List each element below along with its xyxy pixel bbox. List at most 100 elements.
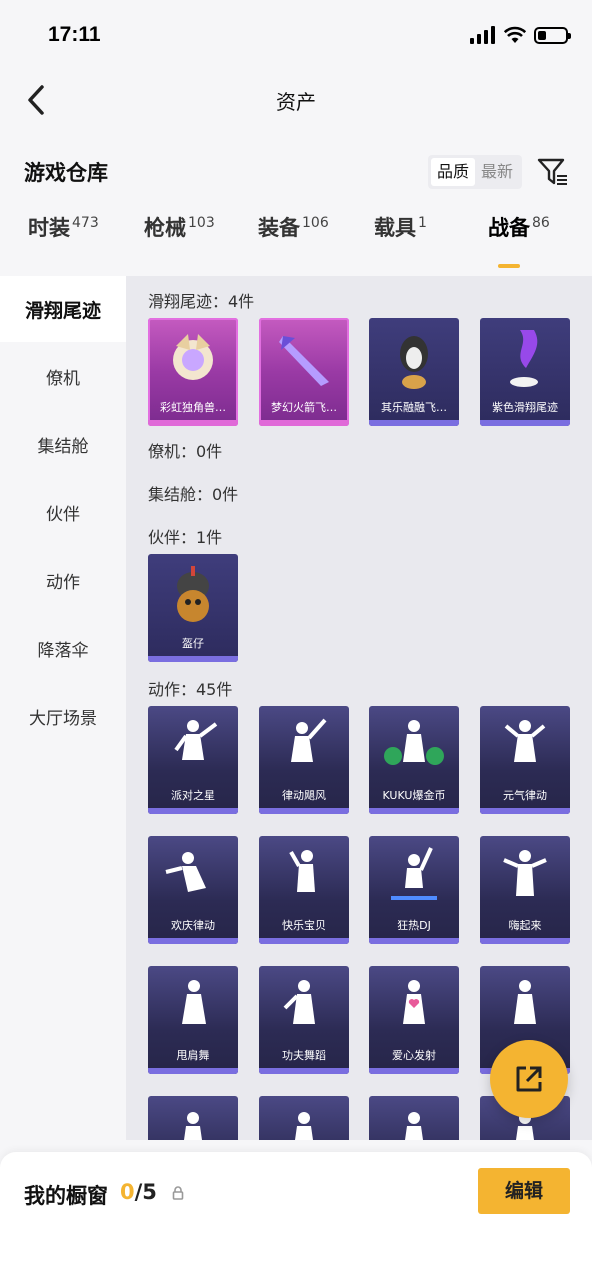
- sidebar-item-glide-trail[interactable]: 滑翔尾迹: [0, 276, 126, 342]
- status-icons: [470, 26, 571, 44]
- item-name: 嗨起来: [508, 919, 542, 932]
- category-tabs: 时装 473 枪械 103 装备 106 载具 1 战备 86: [0, 212, 592, 274]
- item-card[interactable]: 元气律动: [480, 706, 570, 814]
- lock-icon: [172, 1186, 184, 1200]
- item-card[interactable]: KUKU爆金币: [369, 706, 459, 814]
- item-card[interactable]: 派对之星: [148, 706, 238, 814]
- item-card[interactable]: 律动飓风: [259, 706, 349, 814]
- share-icon: [516, 1066, 542, 1092]
- money-bag-dancer-icon: [384, 720, 444, 765]
- page-title: 资产: [276, 89, 316, 114]
- status-time: 17:11: [48, 23, 101, 46]
- tab-guns[interactable]: 枪械 103: [144, 212, 258, 274]
- item-name: 元气律动: [503, 789, 547, 802]
- edit-button[interactable]: 编辑: [478, 1168, 570, 1214]
- item-name: 律动飓风: [282, 789, 326, 802]
- rarity-strip: [369, 808, 459, 814]
- warehouse-header: 游戏仓库 品质 最新: [0, 148, 592, 196]
- item-card[interactable]: 甩肩舞: [148, 966, 238, 1074]
- tab-label: 装备: [258, 216, 300, 240]
- sort-newest-button[interactable]: 最新: [475, 158, 519, 186]
- item-name: 欢庆律动: [171, 919, 215, 932]
- helmet-buddy-icon: [177, 566, 209, 622]
- rarity-strip: [259, 938, 349, 944]
- dancer-icon: [503, 850, 547, 896]
- item-name: 派对之星: [171, 789, 215, 802]
- rarity-strip: [369, 1068, 459, 1074]
- item-card[interactable]: 功夫舞蹈: [259, 966, 349, 1074]
- sidebar-item-parachute[interactable]: 降落伞: [0, 614, 126, 682]
- sidebar-item-lobby-scene[interactable]: 大厅场景: [0, 682, 126, 750]
- section-title-wingman: 僚机：0件: [148, 442, 223, 461]
- dancer-icon: [504, 720, 546, 762]
- tab-equipment[interactable]: 装备 106: [258, 212, 374, 274]
- item-name: 盔仔: [182, 637, 204, 650]
- tab-combat-prep[interactable]: 战备 86: [488, 212, 580, 274]
- item-card[interactable]: 爱心发射: [369, 966, 459, 1074]
- showcase-current: 0: [120, 1180, 135, 1204]
- item-card[interactable]: 快乐宝贝: [259, 836, 349, 944]
- item-name: 狂热DJ: [397, 919, 431, 932]
- tab-label: 时装: [28, 216, 70, 240]
- sidebar-item-partner[interactable]: 伙伴: [0, 478, 126, 546]
- share-button[interactable]: [490, 1040, 568, 1118]
- item-card[interactable]: 彩虹独角兽…: [148, 318, 238, 426]
- rarity-strip: [148, 1068, 238, 1074]
- rarity-strip: [148, 808, 238, 814]
- warehouse-title: 游戏仓库: [24, 161, 108, 185]
- sidebar-item-wingman[interactable]: 僚机: [0, 342, 126, 410]
- tab-count: 103: [188, 215, 215, 231]
- nav-bar: 资产: [0, 70, 592, 130]
- item-name: 紫色滑翔尾迹: [492, 401, 558, 414]
- item-card[interactable]: [369, 1096, 459, 1140]
- section-title-partner: 伙伴：1件: [148, 528, 223, 547]
- item-name: KUKU爆金币: [382, 789, 446, 802]
- item-card[interactable]: [259, 1096, 349, 1140]
- dancer-icon: [514, 980, 536, 1024]
- rarity-strip: [259, 1068, 349, 1074]
- section-title-emote: 动作：45件: [148, 680, 233, 699]
- dancer-icon: [174, 720, 218, 760]
- showcase-total: /5: [134, 1180, 157, 1204]
- sidebar-item-capsule[interactable]: 集结舱: [0, 410, 126, 478]
- signal-icon: [470, 26, 495, 44]
- tab-vehicles[interactable]: 载具 1: [374, 212, 488, 274]
- item-card[interactable]: 其乐融融飞…: [369, 318, 459, 426]
- item-card[interactable]: 狂热DJ: [369, 836, 459, 944]
- back-icon: [28, 85, 44, 115]
- item-card[interactable]: 嗨起来: [480, 836, 570, 944]
- dancer-icon: [295, 1112, 313, 1140]
- item-card[interactable]: 盔仔: [148, 554, 238, 662]
- heart-dancer-icon: [403, 980, 425, 1024]
- item-card[interactable]: [148, 1096, 238, 1140]
- item-name: 彩虹独角兽…: [160, 401, 226, 414]
- showcase-count: 0/5: [120, 1180, 157, 1204]
- sidebar-item-emote[interactable]: 动作: [0, 546, 126, 614]
- purple-glide-trail-icon: [510, 330, 538, 387]
- item-card[interactable]: 梦幻火箭飞…: [259, 318, 349, 426]
- sort-toggle: 品质 最新: [427, 155, 522, 189]
- rocket-trail-icon: [279, 336, 329, 386]
- item-name: 快乐宝贝: [282, 919, 326, 932]
- tab-active-indicator: [498, 264, 520, 268]
- tab-fashion[interactable]: 时装 473: [28, 212, 144, 274]
- item-name: 甩肩舞: [176, 1049, 210, 1062]
- item-card[interactable]: 紫色滑翔尾迹: [480, 318, 570, 426]
- rarity-strip: [148, 938, 238, 944]
- item-name: 爱心发射: [392, 1049, 436, 1062]
- item-name: 功夫舞蹈: [282, 1049, 326, 1062]
- filter-icon: [537, 158, 567, 185]
- wifi-icon: [504, 26, 526, 43]
- dancer-icon: [289, 850, 315, 892]
- item-name: 其乐融融飞…: [381, 401, 447, 414]
- sort-quality-button[interactable]: 品质: [430, 158, 475, 186]
- dancer-icon: [165, 852, 206, 892]
- item-card[interactable]: 欢庆律动: [148, 836, 238, 944]
- rarity-strip: [480, 938, 570, 944]
- tab-label: 载具: [374, 216, 416, 240]
- back-button[interactable]: [18, 82, 54, 118]
- filter-button[interactable]: [536, 155, 570, 189]
- rarity-strip: [259, 808, 349, 814]
- tab-count: 86: [532, 215, 550, 231]
- tab-count: 1: [418, 215, 427, 231]
